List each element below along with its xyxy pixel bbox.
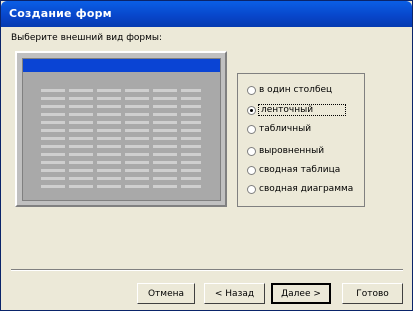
option-justified[interactable]: выровненный — [247, 144, 324, 158]
option-datasheet[interactable]: табличный — [247, 122, 311, 136]
option-tabular-ribbon[interactable]: ленточный — [247, 103, 346, 117]
option-columnar[interactable]: в один столбец — [247, 83, 332, 97]
preview-form-area — [22, 58, 221, 201]
layout-prompt: Выберите внешний вид формы: — [11, 33, 163, 43]
finish-button[interactable]: Готово — [342, 283, 403, 304]
option-pivot-table[interactable]: сводная таблица — [247, 163, 340, 177]
button-separator — [11, 269, 403, 271]
radio-columnar[interactable] — [247, 85, 256, 95]
radio-pivot-table[interactable] — [247, 165, 256, 175]
option-justified-label: выровненный — [259, 146, 325, 156]
option-ribbon-label: ленточный — [258, 104, 346, 116]
option-pivot-chart[interactable]: сводная диаграмма — [247, 182, 353, 196]
back-button[interactable]: < Назад — [204, 283, 265, 304]
layout-preview — [15, 51, 227, 207]
preview-column-gaps — [41, 89, 201, 189]
window-title: Создание форм — [9, 7, 112, 20]
next-button[interactable]: Далее > — [271, 283, 331, 304]
preview-header-bar — [23, 59, 220, 72]
cancel-button[interactable]: Отмена — [137, 283, 195, 304]
form-wizard-dialog: Создание форм Выберите внешний вид формы… — [0, 0, 413, 311]
option-pivot-table-label: сводная таблица — [259, 165, 341, 175]
title-bar[interactable]: Создание форм — [1, 1, 412, 27]
radio-pivot-chart[interactable] — [247, 184, 256, 194]
radio-datasheet[interactable] — [247, 124, 256, 134]
option-columnar-label: в один столбец — [259, 85, 333, 95]
radio-justified[interactable] — [247, 146, 256, 156]
option-datasheet-label: табличный — [259, 124, 312, 134]
radio-ribbon[interactable] — [247, 105, 256, 115]
option-pivot-chart-label: сводная диаграмма — [259, 184, 354, 194]
